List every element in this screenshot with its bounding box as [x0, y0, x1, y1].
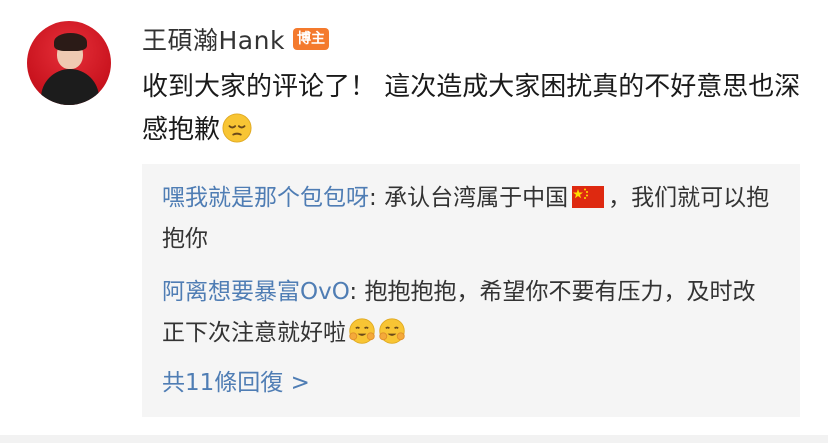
- hugging-face-icon: [349, 318, 375, 344]
- author-name[interactable]: 王碩瀚Hank: [142, 21, 285, 57]
- hugging-face-icon: [379, 318, 405, 344]
- avatar[interactable]: [27, 21, 111, 105]
- avatar-hair: [54, 33, 87, 51]
- author-badge: 博主: [292, 28, 329, 50]
- reply-item-2[interactable]: 阿离想要暴富OvO: 抱抱抱抱，希望你不要有压力，及时改正下次注意就好啦: [162, 272, 772, 354]
- reply-user[interactable]: 嘿我就是那个包包呀: [162, 185, 369, 211]
- reply-box: 嘿我就是那个包包呀: 承认台湾属于中国 ，我们就可以抱抱你 阿离想要暴富OvO:…: [142, 164, 800, 417]
- more-replies-link[interactable]: 共11條回復 >: [162, 364, 310, 402]
- avatar-body: [41, 69, 99, 105]
- post-text: 收到大家的评论了！ 這次造成大家困扰真的不好意思也深感抱歉: [142, 66, 802, 152]
- reply-user[interactable]: 阿离想要暴富OvO: [162, 279, 349, 305]
- divider: [0, 435, 828, 443]
- reply-colon: :: [349, 279, 365, 305]
- pensive-face-icon: [222, 113, 252, 143]
- reply-text: 承认台湾属于中国: [384, 185, 569, 211]
- reply-item-1[interactable]: 嘿我就是那个包包呀: 承认台湾属于中国 ，我们就可以抱抱你: [162, 178, 772, 260]
- author-row: 王碩瀚Hank 博主: [142, 23, 329, 55]
- china-flag-icon: [572, 186, 605, 208]
- reply-colon: :: [369, 185, 385, 211]
